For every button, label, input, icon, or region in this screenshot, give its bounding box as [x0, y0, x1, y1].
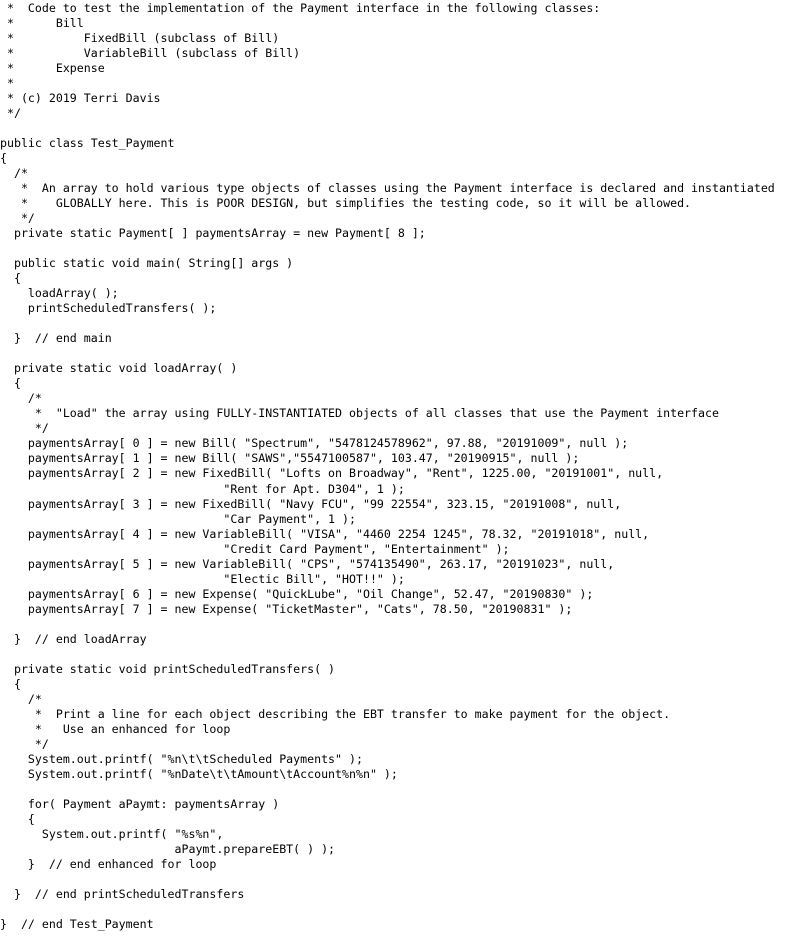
code-line: aPaymt.prepareEBT( ) ); [0, 841, 336, 856]
code-line: * Use an enhanced for loop [0, 721, 231, 736]
code-listing: * Code to test the implementation of the… [0, 0, 812, 932]
code-line: */ [0, 106, 21, 121]
code-line: */ [0, 211, 35, 226]
code-line: printScheduledTransfers( ); [0, 301, 217, 316]
code-line: { [0, 811, 35, 826]
code-line: paymentsArray[ 2 ] = new FixedBill( "Lof… [0, 466, 664, 481]
code-line: paymentsArray[ 1 ] = new Bill( "SAWS","5… [0, 451, 580, 466]
code-line: * FixedBill (subclass of Bill) [0, 31, 280, 46]
code-line: * Print a line for each object describin… [0, 706, 671, 721]
code-line: paymentsArray[ 5 ] = new VariableBill( "… [0, 556, 615, 571]
code-line: */ [0, 736, 49, 751]
code-line: } // end main [0, 331, 112, 346]
code-line: "Car Payment", 1 ); [0, 511, 356, 526]
code-line: public class Test_Payment [0, 136, 175, 151]
code-line: { [0, 271, 21, 286]
code-line: "Electic Bill", "HOT!!" ); [0, 571, 405, 586]
code-line: } // end loadArray [0, 631, 147, 646]
code-line: * An array to hold various type objects … [0, 181, 775, 196]
code-line: /* [0, 391, 42, 406]
code-line: } // end Test_Payment [0, 916, 154, 931]
code-line: } // end enhanced for loop [0, 856, 217, 871]
code-line: } // end printScheduledTransfers [0, 886, 245, 901]
code-line: * Bill [0, 16, 84, 31]
code-line: { [0, 151, 7, 166]
code-line: paymentsArray[ 6 ] = new Expense( "Quick… [0, 586, 594, 601]
code-line: /* [0, 691, 42, 706]
code-line: paymentsArray[ 7 ] = new Expense( "Ticke… [0, 601, 573, 616]
code-line: * [0, 76, 14, 91]
code-line: { [0, 676, 21, 691]
code-line: paymentsArray[ 0 ] = new Bill( "Spectrum… [0, 436, 629, 451]
code-line: paymentsArray[ 4 ] = new VariableBill( "… [0, 526, 650, 541]
code-line: "Rent for Apt. D304", 1 ); [0, 481, 405, 496]
code-line: for( Payment aPaymt: paymentsArray ) [0, 796, 280, 811]
code-line: private static void printScheduledTransf… [0, 661, 336, 676]
code-line: { [0, 376, 21, 391]
code-line: System.out.printf( "%n\t\tScheduled Paym… [0, 751, 363, 766]
code-line: * (c) 2019 Terri Davis [0, 91, 161, 106]
code-line: /* [0, 166, 28, 181]
code-line: public static void main( String[] args ) [0, 256, 294, 271]
code-line: System.out.printf( "%nDate\t\tAmount\tAc… [0, 766, 398, 781]
code-line: */ [0, 421, 49, 436]
code-line: System.out.printf( "%s%n", [0, 826, 224, 841]
code-line: * "Load" the array using FULLY-INSTANTIA… [0, 406, 719, 421]
code-line: * Code to test the implementation of the… [0, 1, 601, 15]
code-line: "Credit Card Payment", "Entertainment" )… [0, 541, 510, 556]
code-line: * GLOBALLY here. This is POOR DESIGN, bu… [0, 196, 692, 211]
code-line: loadArray( ); [0, 286, 119, 301]
code-line: private static void loadArray( ) [0, 361, 238, 376]
code-line: * Expense [0, 61, 105, 76]
code-line: * VariableBill (subclass of Bill) [0, 46, 301, 61]
code-line: private static Payment[ ] paymentsArray … [0, 226, 426, 241]
code-line: paymentsArray[ 3 ] = new FixedBill( "Nav… [0, 496, 622, 511]
